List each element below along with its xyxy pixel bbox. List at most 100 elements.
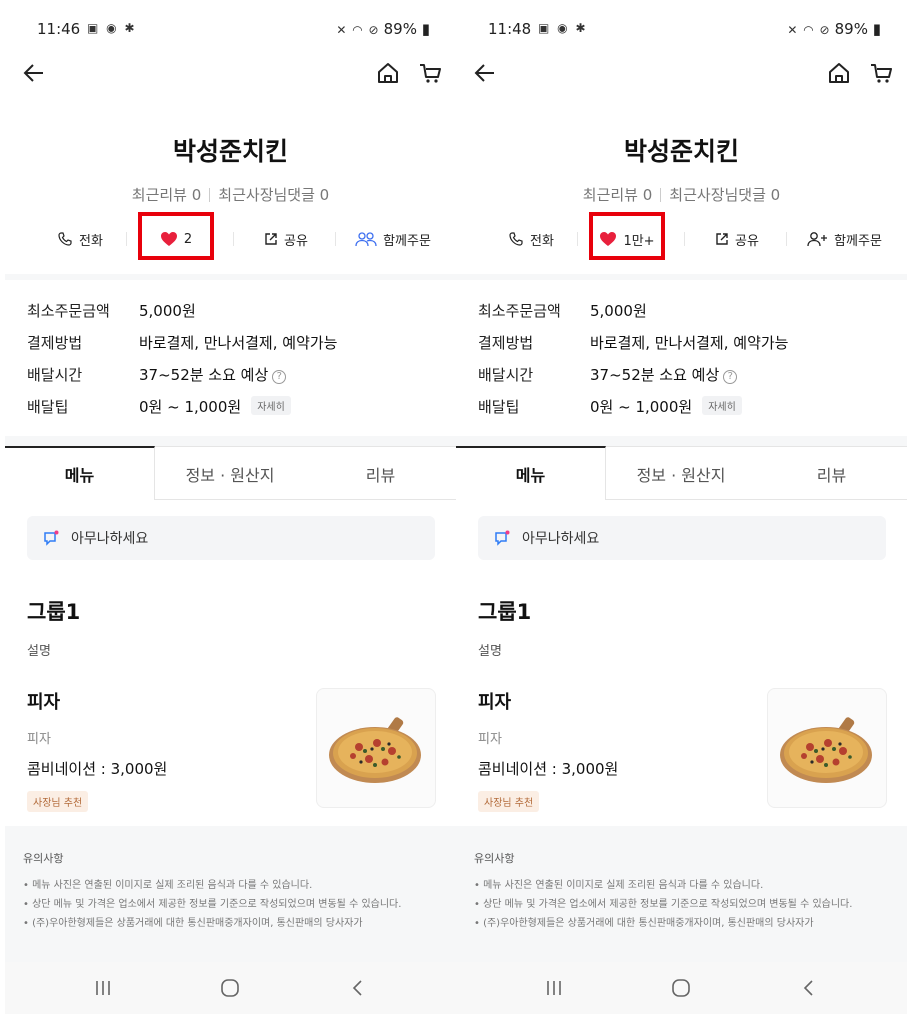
section-separator [456, 274, 907, 280]
review-summary: 최근리뷰 0 최근사장님댓글 0 [5, 184, 456, 205]
recent-apps-button[interactable] [90, 976, 116, 1000]
cart-button[interactable] [867, 58, 897, 88]
arrow-left-icon [474, 64, 494, 82]
cart-icon [871, 64, 892, 83]
section-separator [456, 436, 907, 446]
owner-comment-count[interactable]: 최근사장님댓글 0 [218, 186, 329, 204]
pizza-image [780, 717, 872, 783]
home-button[interactable] [373, 58, 403, 88]
info-row-payment: 결제방법 바로결제, 만나서결제, 예약가능 [478, 326, 788, 358]
phone-screen-right: 11:48 ▣ ◉ ✱ ✕ ◠ ⊘ 89% ▮ 박성준치킨 최근리뷰 0 최근사장님… [456, 0, 907, 1014]
top-navigation [456, 56, 907, 92]
info-value: 0원 ~ 1,000원 자세히 [139, 395, 291, 417]
pizza-image [329, 717, 421, 783]
owner-notice-bar[interactable]: 아무나하세요 [27, 516, 435, 560]
help-icon[interactable]: ? [272, 369, 287, 384]
notes-section: 유의사항 • 메뉴 사진은 연출된 이미지로 실제 조리된 음식과 다를 수 있… [456, 826, 907, 962]
share-button[interactable]: 공유 [251, 222, 321, 256]
info-row-delivery-tip: 배달팁 0원 ~ 1,000원 자세히 [27, 390, 337, 422]
system-home-button[interactable] [217, 976, 243, 1000]
tab-info-origin[interactable]: 정보 · 원산지 [155, 446, 305, 500]
info-value: 바로결제, 만나서결제, 예약가능 [139, 333, 338, 352]
menu-item-name[interactable]: 피자 [478, 688, 511, 714]
status-right: ✕ ◠ ⊘ 89% ▮ [336, 20, 430, 38]
chevron-left-icon [803, 980, 813, 996]
recent-review-count[interactable]: 최근리뷰 0 [583, 186, 653, 204]
info-label: 배달팁 [27, 397, 69, 416]
info-label: 배달시간 [27, 365, 83, 384]
menu-group-title: 그룹1 [478, 600, 532, 624]
tab-review[interactable]: 리뷰 [305, 446, 456, 500]
phone-icon [509, 232, 523, 246]
help-icon[interactable]: ? [723, 369, 738, 384]
tab-info-origin[interactable]: 정보 · 원산지 [606, 446, 756, 500]
cart-button[interactable] [416, 58, 446, 88]
note-line: • 상단 메뉴 및 가격은 업소에서 제공한 정보를 기준으로 작성되었으며 변… [23, 899, 402, 910]
menu-item-name[interactable]: 피자 [27, 688, 60, 714]
home-icon [378, 63, 398, 83]
note-line: • (주)우아한형제들은 상품거래에 대한 통신판매중개자이며, 통신판매의 당… [474, 918, 814, 929]
system-back-button[interactable] [345, 976, 371, 1000]
section-separator [5, 436, 456, 446]
info-row-delivery-time: 배달시간 37~52분 소요 예상? [27, 358, 337, 390]
like-highlight-box [138, 212, 214, 260]
system-navigation-bar [456, 962, 907, 1014]
system-home-icon [672, 979, 690, 997]
tab-review[interactable]: 리뷰 [756, 446, 907, 500]
home-button[interactable] [824, 58, 854, 88]
review-summary: 최근리뷰 0 최근사장님댓글 0 [456, 184, 907, 205]
menu-group-description: 설명 [478, 644, 502, 659]
info-label: 최소주문금액 [478, 301, 561, 320]
delivery-time-value: 37~52분 소요 예상 [139, 365, 269, 384]
info-row-delivery-time: 배달시간 37~52분 소요 예상? [478, 358, 788, 390]
owner-notice-bar[interactable]: 아무나하세요 [478, 516, 886, 560]
system-home-icon [221, 979, 239, 997]
store-actions: 전화 1만+ 공유 함께주문 [456, 222, 907, 256]
tab-menu[interactable]: 메뉴 [5, 446, 155, 500]
tab-menu[interactable]: 메뉴 [456, 446, 606, 500]
system-back-button[interactable] [796, 976, 822, 1000]
recent-apps-button[interactable] [541, 976, 567, 1000]
info-label: 최소주문금액 [27, 301, 110, 320]
recent-review-count[interactable]: 최근리뷰 0 [132, 186, 202, 204]
system-navigation-bar [5, 962, 456, 1014]
menu-item-image[interactable] [767, 688, 887, 808]
menu-item-price: 콤비네이션 : 3,000원 [478, 760, 619, 778]
share-button[interactable]: 공유 [702, 222, 772, 256]
back-button[interactable] [19, 58, 49, 88]
system-home-button[interactable] [668, 976, 694, 1000]
arrow-left-icon [23, 64, 43, 82]
group-order-button[interactable]: 함께주문 [343, 222, 443, 256]
home-icon [829, 63, 849, 83]
delivery-tip-value: 0원 ~ 1,000원 [139, 397, 242, 416]
info-value: 0원 ~ 1,000원 자세히 [590, 395, 742, 417]
store-actions: 전화 2 공유 함께주문 [5, 222, 456, 256]
chevron-left-icon [352, 980, 362, 996]
note-line: • 메뉴 사진은 연출된 이미지로 실제 조리된 음식과 다를 수 있습니다. [23, 880, 313, 891]
delivery-tip-detail-button[interactable]: 자세히 [702, 395, 742, 415]
delivery-tip-detail-button[interactable]: 자세히 [251, 395, 291, 415]
phone-icon [58, 232, 72, 246]
menu-item-description: 피자 [27, 732, 51, 747]
recent-apps-icon [96, 981, 110, 995]
share-icon [265, 233, 277, 245]
info-value: 37~52분 소요 예상? [139, 364, 287, 385]
note-line: • (주)우아한형제들은 상품거래에 대한 통신판매중개자이며, 통신판매의 당… [23, 918, 363, 929]
share-icon [716, 233, 728, 245]
info-label: 배달시간 [478, 365, 534, 384]
call-button[interactable]: 전화 [45, 222, 115, 256]
call-button[interactable]: 전화 [496, 222, 566, 256]
info-label: 배달팁 [478, 397, 520, 416]
back-button[interactable] [470, 58, 500, 88]
info-value: 5,000원 [139, 301, 196, 320]
menu-item-image[interactable] [316, 688, 436, 808]
call-label: 전화 [79, 233, 103, 249]
group-users-icon [355, 232, 377, 247]
call-label: 전화 [530, 233, 554, 249]
info-label: 결제방법 [27, 333, 83, 352]
signal-icons: ✕ ◠ ⊘ [336, 23, 380, 37]
group-order-button[interactable]: 함께주문 [794, 222, 894, 256]
tab-bar: 메뉴 정보 · 원산지 리뷰 [456, 446, 907, 500]
speaker-notice-icon [44, 530, 59, 546]
owner-comment-count[interactable]: 최근사장님댓글 0 [669, 186, 780, 204]
